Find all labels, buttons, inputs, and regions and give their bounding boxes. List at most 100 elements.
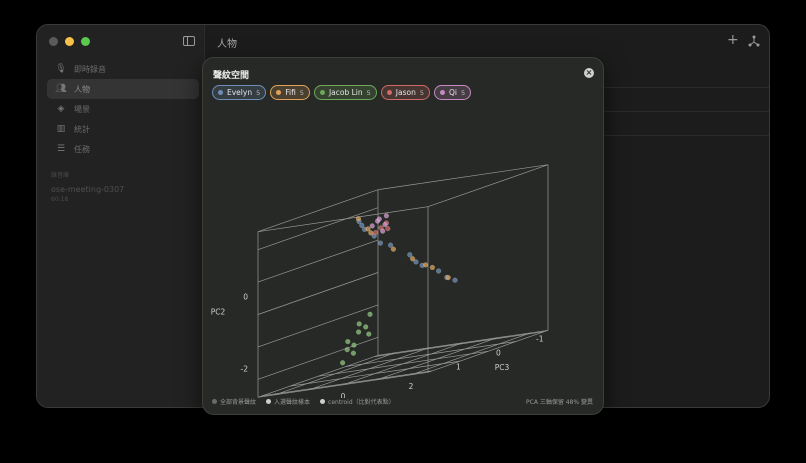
recording-item-duration: 60:18 bbox=[51, 196, 69, 203]
voiceprint-dialog: 聲紋空間 × Evelyn 5 Fifi 5 Jacob Lin 5 Jason… bbox=[202, 57, 604, 415]
sidebar-item-label: 即時錄音 bbox=[74, 64, 106, 74]
speaker-name: Qi bbox=[448, 88, 457, 97]
window-controls bbox=[49, 37, 90, 46]
scatter-point bbox=[367, 311, 373, 317]
grid-line bbox=[376, 337, 498, 381]
scatter-point bbox=[355, 216, 362, 222]
close-window-button[interactable] bbox=[49, 37, 58, 46]
close-icon[interactable]: × bbox=[584, 68, 594, 78]
add-icon[interactable]: + bbox=[727, 33, 739, 47]
scatter-point bbox=[383, 213, 390, 219]
recording-item-name[interactable]: ose-meeting-0307 bbox=[51, 185, 124, 194]
scatter-point bbox=[376, 216, 382, 222]
legend-item: 全部背景聲紋 bbox=[212, 397, 256, 406]
speaker-color-dot bbox=[276, 90, 282, 95]
speaker-color-dot bbox=[386, 90, 392, 95]
list-divider bbox=[602, 111, 769, 112]
scatter-point bbox=[429, 264, 436, 271]
sidebar-toggle-icon[interactable] bbox=[183, 36, 195, 46]
scatter-point bbox=[382, 221, 388, 228]
scatter-point bbox=[359, 222, 365, 229]
grid-line bbox=[410, 332, 532, 376]
speaker-name: Fifi bbox=[285, 88, 296, 97]
sidebar: 🎙︎ 即時錄音 👥︎ 人物 ◈ 場景 ▥ 統計 ☰ 任務 錄音庫 ose-mee bbox=[37, 25, 205, 407]
scatter-point bbox=[369, 223, 375, 229]
layers-icon: ◈ bbox=[57, 104, 65, 114]
grid-line bbox=[257, 239, 379, 283]
legend-label: 入選聲紋樣本 bbox=[274, 399, 311, 406]
task-list-icon: ☰ bbox=[56, 144, 66, 154]
recent-section-title: 錄音庫 bbox=[51, 172, 70, 179]
speaker-chip[interactable]: Jason 5 bbox=[380, 85, 430, 100]
scatter-point bbox=[377, 240, 384, 246]
bar-chart-icon: ▥ bbox=[56, 124, 66, 134]
speaker-name: Jason bbox=[395, 88, 416, 97]
minimize-window-button[interactable] bbox=[65, 37, 74, 46]
variance-note: PCA 三軸保留 48% 變異 bbox=[526, 399, 593, 406]
scatter-point bbox=[435, 268, 442, 274]
z-tick-label: 0 bbox=[496, 348, 501, 357]
y-tick-label: 0 bbox=[243, 293, 248, 302]
x-tick-label: 2 bbox=[409, 382, 414, 391]
axis-box-edge bbox=[377, 164, 549, 191]
legend-label: centroid（比對代表點） bbox=[328, 399, 395, 406]
pca-3d-scatter-plot[interactable]: 020-2-101PC1PC2PC3 bbox=[203, 103, 604, 398]
scatter-point bbox=[363, 324, 369, 330]
scatter-point bbox=[445, 274, 451, 281]
grid-line bbox=[257, 336, 379, 380]
sidebar-item-recording[interactable]: 🎙︎ 即時錄音 bbox=[47, 59, 199, 79]
sidebar-item-label: 人物 bbox=[74, 84, 90, 94]
speaker-count: 5 bbox=[299, 88, 304, 97]
speaker-chip[interactable]: Jacob Lin 5 bbox=[313, 85, 377, 100]
axis-box-edge bbox=[427, 164, 549, 208]
sidebar-item-label: 任務 bbox=[74, 144, 90, 154]
speaker-count: 5 bbox=[460, 88, 466, 97]
scatter-point bbox=[390, 246, 397, 252]
axis-box-edge bbox=[427, 329, 549, 373]
scatter-point bbox=[365, 226, 371, 232]
y-axis-label: PC2 bbox=[211, 308, 226, 317]
speaker-count: 5 bbox=[419, 88, 424, 97]
scatter-point bbox=[339, 360, 346, 366]
speaker-color-dot bbox=[319, 90, 325, 95]
sidebar-item-people[interactable]: 👥︎ 人物 bbox=[47, 79, 199, 99]
sidebar-item-scenes[interactable]: ◈ 場景 bbox=[47, 99, 199, 119]
scatter-point bbox=[366, 331, 372, 337]
z-axis-label: PC3 bbox=[495, 363, 510, 372]
scatter-point bbox=[355, 329, 362, 335]
scatter-point bbox=[380, 228, 386, 234]
speaker-count: 5 bbox=[366, 88, 371, 97]
scatter-point bbox=[372, 229, 379, 236]
dialog-title: 聲紋空間 bbox=[213, 71, 250, 81]
speaker-chip[interactable]: Fifi 5 bbox=[270, 85, 310, 100]
speaker-chip[interactable]: Qi 5 bbox=[433, 85, 472, 100]
sidebar-item-stats[interactable]: ▥ 統計 bbox=[47, 119, 199, 139]
sidebar-item-label: 統計 bbox=[74, 124, 90, 134]
zoom-window-button[interactable] bbox=[81, 37, 90, 46]
axis-box-edge bbox=[257, 206, 429, 233]
legend-item: centroid（比對代表點） bbox=[320, 397, 395, 406]
z-tick-label: -1 bbox=[536, 334, 544, 343]
speaker-chip[interactable]: Evelyn 5 bbox=[212, 85, 267, 100]
scatter-point bbox=[356, 321, 362, 327]
legend-dot bbox=[266, 399, 272, 404]
speaker-count: 5 bbox=[256, 88, 261, 97]
axis-box-edge bbox=[377, 329, 549, 356]
legend-footer: 全部背景聲紋 入選聲紋樣本 centroid（比對代表點） bbox=[212, 397, 395, 406]
grid-line bbox=[257, 272, 379, 315]
centroid-icon bbox=[320, 399, 326, 404]
z-tick-label: 1 bbox=[456, 362, 461, 371]
list-divider bbox=[602, 87, 769, 88]
legend-dot bbox=[212, 399, 217, 404]
page-title: 人物 bbox=[217, 39, 237, 50]
scatter-point bbox=[351, 342, 357, 348]
scatter-point bbox=[422, 262, 429, 268]
sidebar-item-tasks[interactable]: ☰ 任務 bbox=[47, 139, 199, 159]
grid-line bbox=[289, 360, 461, 387]
sidebar-item-label: 場景 bbox=[74, 104, 90, 114]
grid-line bbox=[261, 370, 433, 397]
sidebar-nav: 🎙︎ 即時錄音 👥︎ 人物 ◈ 場景 ▥ 統計 ☰ 任務 bbox=[47, 59, 199, 159]
scatter-point bbox=[345, 338, 351, 345]
speaker-color-dot bbox=[439, 90, 445, 95]
network-icon[interactable] bbox=[748, 35, 760, 47]
